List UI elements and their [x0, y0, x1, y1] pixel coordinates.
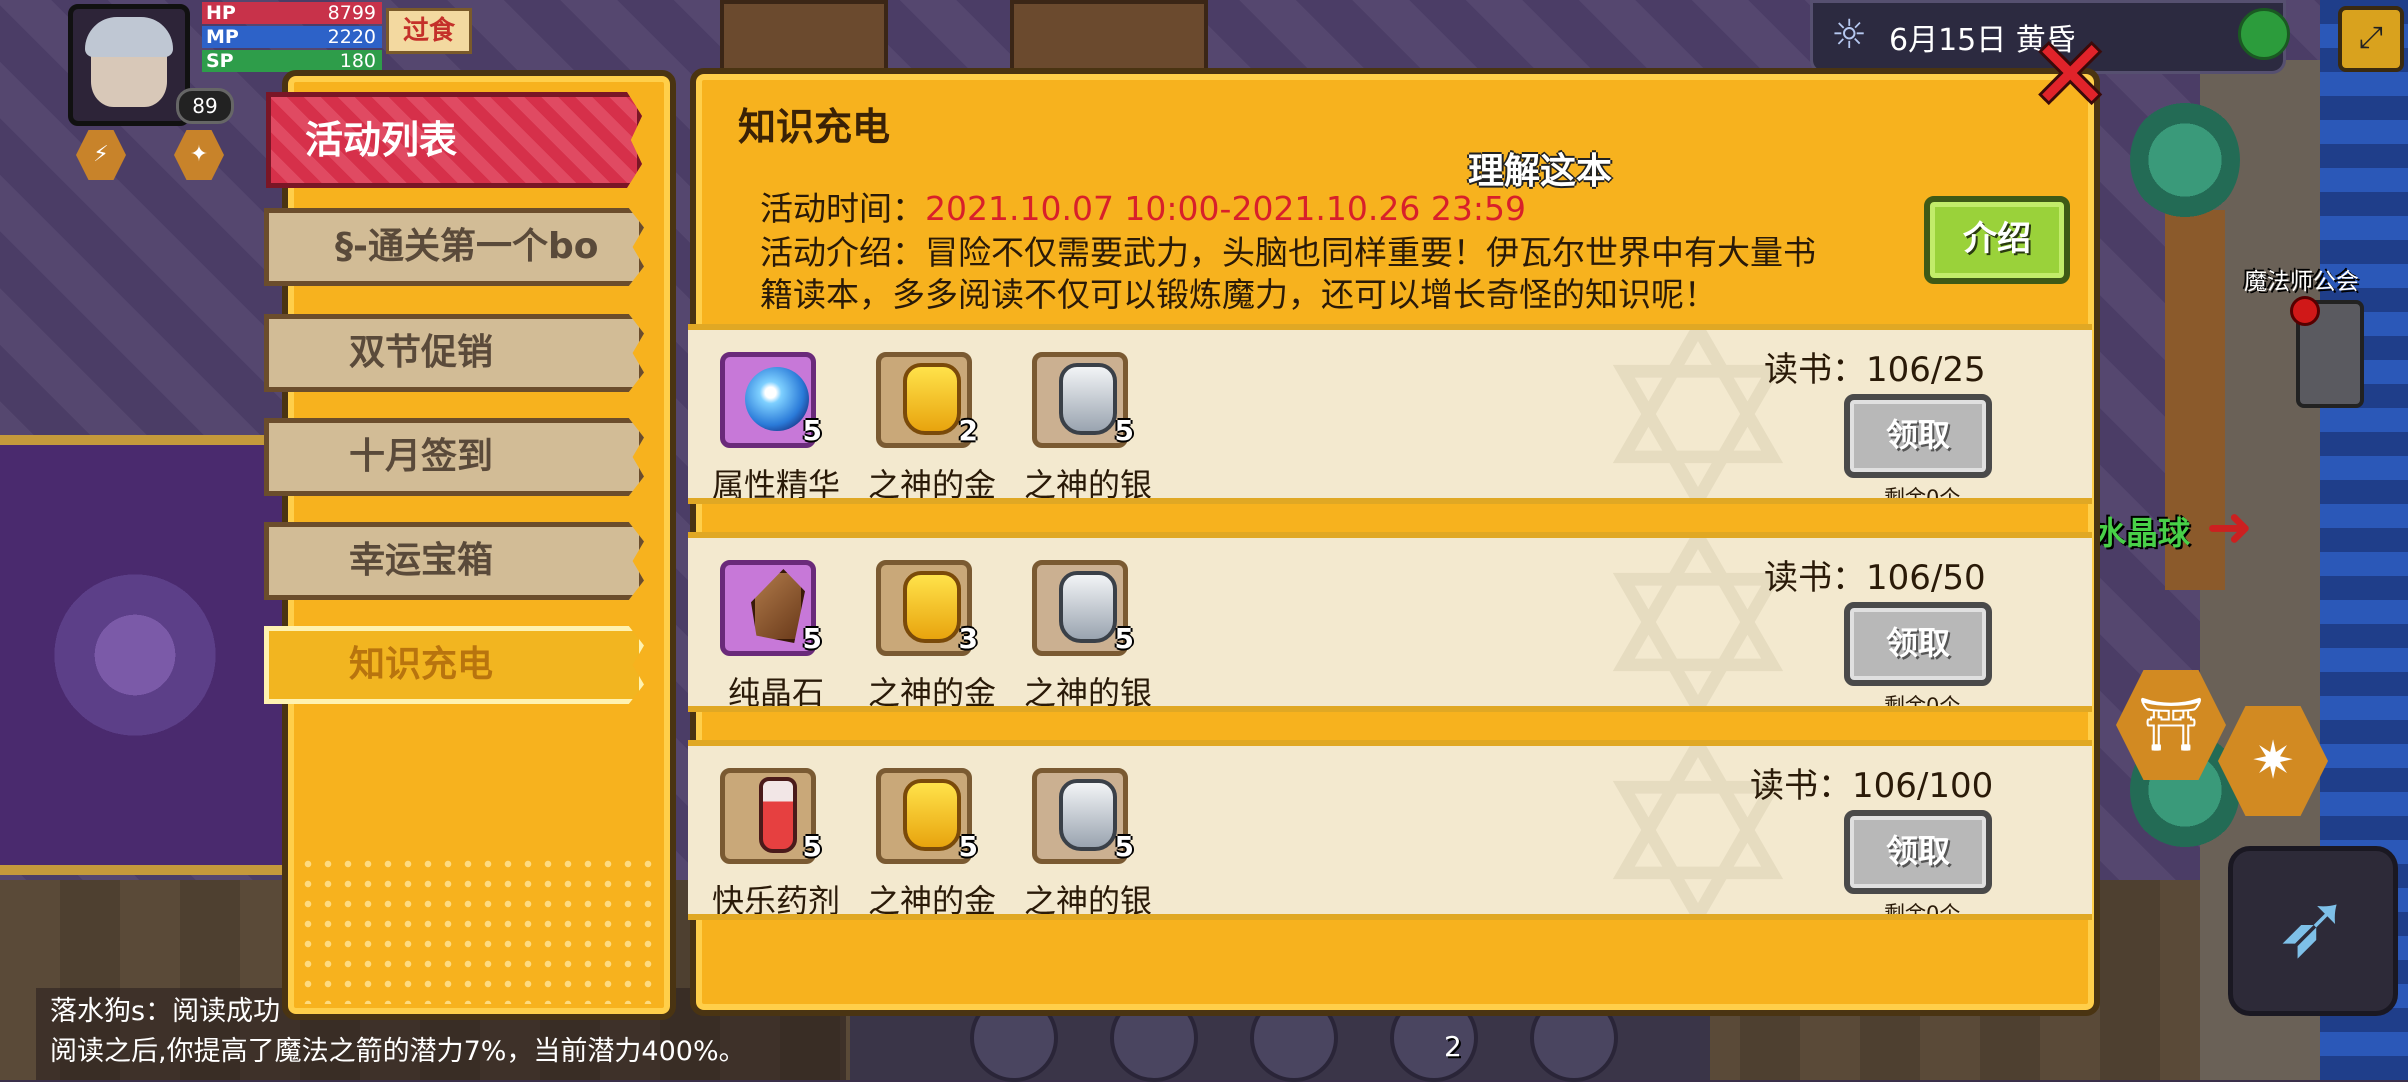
bookshelf [1010, 0, 1208, 78]
item-name: 之神的金 [867, 466, 996, 504]
remaining-count: 剩余0个 [1884, 694, 1961, 712]
tree [2130, 100, 2240, 220]
player-avatar[interactable] [68, 4, 190, 126]
event-time-label: 活动时间： [760, 189, 925, 228]
remaining-count: 剩余0个 [1884, 902, 1961, 920]
hp-label: HP [206, 2, 236, 24]
gold-coin-icon [903, 571, 961, 643]
reward-row: ✡ 5 属性精华 2 之神的金 5 之神的银 读书：106/25 领取 剩余0个 [688, 324, 2092, 504]
reward-item[interactable]: 5 之神的金 [866, 768, 996, 914]
hp-bar: HP 8799 [202, 2, 382, 24]
item-name: 之神的银 [1023, 882, 1152, 920]
tab-october-signin[interactable]: 十月签到 [264, 418, 644, 496]
chat-line: 阅读之后,你提高了魔法之箭的潜力7%，当前潜力400%。 [50, 1036, 746, 1067]
event-time-line: 活动时间：2021.10.07 10:00-2021.10.26 23:59 [760, 182, 1526, 230]
hp-value: 8799 [327, 2, 376, 24]
silver-coin-icon [1059, 779, 1117, 851]
reward-item[interactable]: 5 之神的银 [1022, 352, 1152, 498]
event-title: 知识充电 [738, 105, 891, 149]
mp-label: MP [206, 26, 239, 48]
notification-dot-icon [2290, 296, 2320, 326]
item-name: 纯晶石 [727, 674, 824, 712]
location-label: 魔法师公会 [2244, 269, 2359, 295]
claim-button[interactable]: 领取 [1844, 810, 1992, 894]
claim-button[interactable]: 领取 [1844, 602, 1992, 686]
event-intro-line: 活动介绍：冒险不仅需要武力，头脑也同样重要！伊瓦尔世界中有大量书 [760, 233, 1816, 272]
remaining-count: 剩余0个 [1884, 486, 1961, 504]
item-count: 5 [1114, 414, 1134, 447]
silver-coin-icon [1059, 363, 1117, 435]
read-progress: 读书：106/50 [1764, 558, 1986, 598]
activity-list-header: 活动列表 [266, 92, 642, 188]
guild-emblem [40, 560, 230, 750]
network-globe-icon[interactable] [2238, 8, 2290, 60]
sp-label: SP [206, 50, 234, 72]
item-count: 5 [802, 414, 822, 447]
reward-row: ✡ 5 快乐药剂 5 之神的金 5 之神的银 读书：106/100 领取 剩余0… [688, 740, 2092, 920]
item-count: 5 [802, 622, 822, 655]
level-badge: 89 [176, 88, 234, 124]
event-time-value: 2021.10.07 10:00-2021.10.26 23:59 [925, 189, 1526, 228]
reward-row: ✡ 5 纯晶石 3 之神的金 5 之神的银 读书：106/50 领取 剩余0个 [688, 532, 2092, 712]
system-menu-button[interactable]: ⤢ [2338, 6, 2404, 72]
reward-item[interactable]: 5 纯晶石 [710, 560, 824, 706]
item-name: 之神的银 [1023, 466, 1152, 504]
mp-bar: MP 2220 [202, 26, 382, 48]
floating-read-text: 理解这本 [1468, 151, 1613, 192]
intro-button[interactable]: 介绍 [1924, 196, 2070, 284]
item-count: 5 [1114, 830, 1134, 863]
item-count: 5 [958, 830, 978, 863]
reward-item[interactable]: 3 之神的金 [866, 560, 996, 706]
reward-item[interactable]: 5 之神的银 [1022, 560, 1152, 706]
reward-item[interactable]: 2 之神的金 [866, 352, 996, 498]
avatar-hair [85, 17, 173, 57]
claim-button[interactable]: 领取 [1844, 394, 1992, 478]
item-name: 属性精华 [711, 466, 840, 504]
item-count: 2 [958, 414, 978, 447]
item-name: 快乐药剂 [711, 882, 840, 920]
gold-coin-icon [903, 779, 961, 851]
item-name: 之神的金 [867, 674, 996, 712]
read-progress: 读书：106/100 [1750, 766, 1994, 806]
sun-icon: ☼ [1831, 12, 1867, 58]
item-name: 之神的银 [1023, 674, 1152, 712]
panel-pattern [298, 854, 654, 1004]
essence-orb-icon [745, 367, 809, 431]
item-count: 5 [802, 830, 822, 863]
bow-attack-icon[interactable]: ➶ [2228, 846, 2398, 1016]
read-progress: 读书：106/25 [1764, 350, 1986, 390]
crystal-stone-icon [751, 569, 805, 643]
tab-knowledge-charge[interactable]: 知识充电 [264, 626, 644, 704]
silver-coin-icon [1059, 571, 1117, 643]
guild-carpet [0, 435, 290, 875]
reward-item[interactable]: 5 属性精华 [710, 352, 840, 498]
item-name: 之神的金 [867, 882, 996, 920]
event-intro-line: 籍读本，多多阅读不仅可以锻炼魔力，还可以增长奇怪的知识呢！ [760, 275, 1717, 314]
bookshelf [720, 0, 888, 78]
sp-value: 180 [339, 50, 376, 72]
close-icon[interactable]: ✕ [2030, 27, 2110, 123]
status-overeat-badge[interactable]: 过食 [386, 8, 472, 54]
mp-value: 2220 [327, 26, 376, 48]
crystal-ball-label[interactable]: 水晶球 [2094, 508, 2190, 554]
slot-count: 2 [1444, 1030, 1462, 1063]
sp-bar: SP 180 [202, 50, 382, 72]
reward-item[interactable]: 5 之神的银 [1022, 768, 1152, 914]
potion-icon [759, 777, 797, 853]
tab-double-festival-sale[interactable]: 双节促销 [264, 314, 644, 392]
tab-lucky-chest[interactable]: 幸运宝箱 [264, 522, 644, 600]
item-count: 3 [958, 622, 978, 655]
reward-item[interactable]: 5 快乐药剂 [710, 768, 840, 914]
gold-coin-icon [903, 363, 961, 435]
item-count: 5 [1114, 622, 1134, 655]
tab-first-boss[interactable]: §-通关第一个bo [264, 208, 644, 286]
arrow-right-icon: ➜ [2206, 495, 2253, 560]
